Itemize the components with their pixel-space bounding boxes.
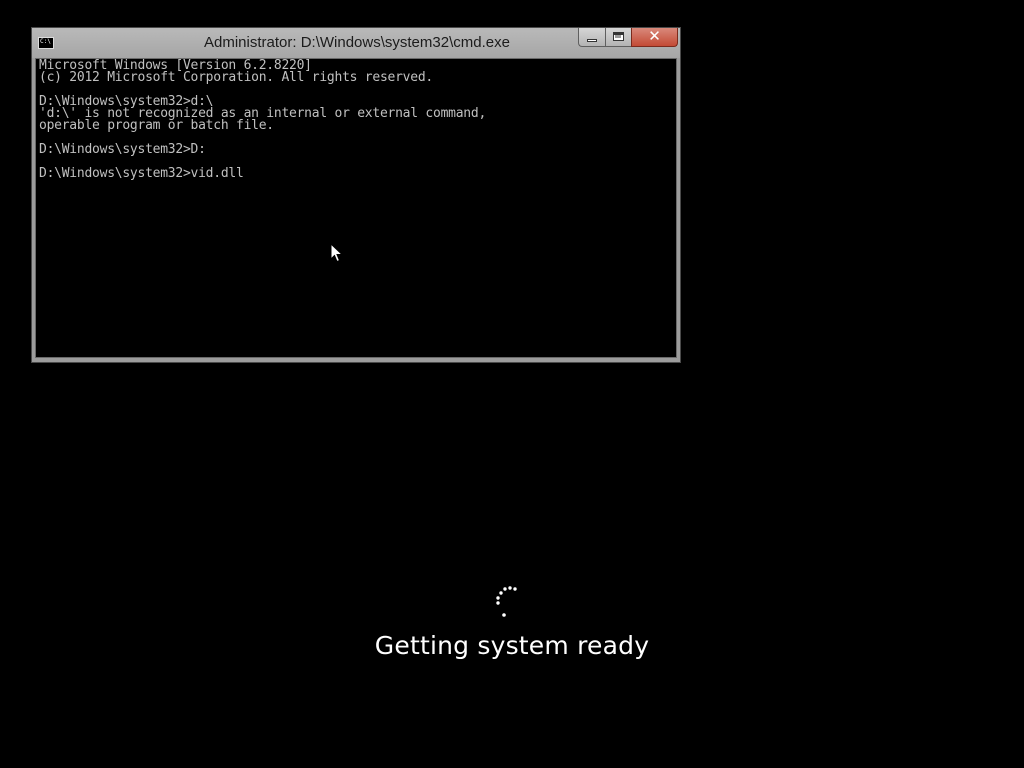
maximize-icon bbox=[613, 32, 624, 41]
console-output[interactable]: Microsoft Windows [Version 6.2.8220] (c)… bbox=[35, 58, 677, 358]
close-button[interactable]: ✕ bbox=[631, 27, 678, 47]
title-bar[interactable]: C:\ Administrator: D:\Windows\system32\c… bbox=[32, 27, 680, 58]
loading-spinner-icon bbox=[496, 586, 517, 617]
caption-buttons: ✕ bbox=[578, 27, 678, 48]
close-icon: ✕ bbox=[648, 27, 661, 45]
minimize-icon bbox=[587, 39, 597, 42]
console-line: D:\Windows\system32>D: bbox=[39, 142, 206, 157]
maximize-button[interactable] bbox=[605, 28, 631, 47]
minimize-button[interactable] bbox=[578, 28, 605, 47]
cmd-icon[interactable]: C:\ bbox=[38, 37, 54, 49]
window-title: Administrator: D:\Windows\system32\cmd.e… bbox=[204, 34, 510, 51]
console-line: operable program or batch file. bbox=[39, 118, 274, 133]
mouse-pointer-icon bbox=[330, 243, 344, 263]
console-line: (c) 2012 Microsoft Corporation. All righ… bbox=[39, 70, 433, 85]
console-prompt-line: D:\Windows\system32>vid.dll bbox=[39, 166, 244, 181]
cmd-window[interactable]: C:\ Administrator: D:\Windows\system32\c… bbox=[31, 27, 681, 363]
boot-status-text: Getting system ready bbox=[374, 631, 650, 660]
